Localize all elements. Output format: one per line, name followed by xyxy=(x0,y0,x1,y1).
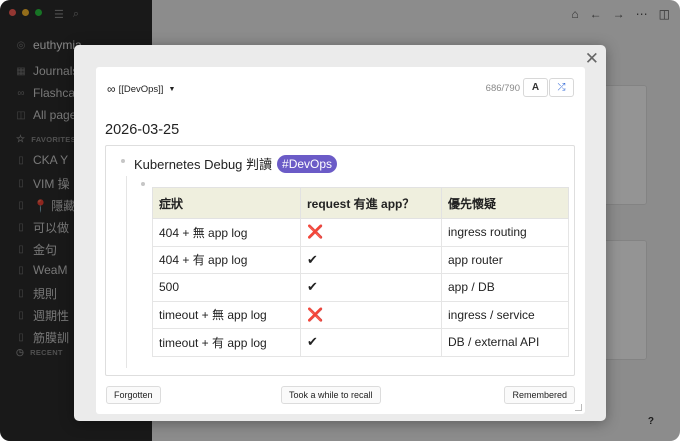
close-icon[interactable]: ✕ xyxy=(585,49,599,69)
deck-label: [[DevOps]] xyxy=(118,83,164,95)
check-mark-icon: ✔ xyxy=(300,245,442,274)
column-header: 優先懷疑 xyxy=(441,187,569,219)
shuffle-button[interactable]: ⤮ xyxy=(549,78,574,97)
table-row: timeout + 無 app log ❌ ingress / service xyxy=(152,300,569,329)
forgotten-button[interactable]: Forgotten xyxy=(106,386,161,404)
cross-mark-icon: ❌ xyxy=(300,300,442,329)
app-window: ☰ ⌕ ◎ euthymia ▦ Journals ∞ Flashcards ◫… xyxy=(0,0,680,441)
card-header: ∞ [[DevOps]] ▼ 686/790 A ⤮ xyxy=(107,78,574,97)
took-a-while-button[interactable]: Took a while to recall xyxy=(281,386,381,404)
flashcard-modal: ✕ ∞ [[DevOps]] ▼ 686/790 A ⤮ 2026-03-25 … xyxy=(74,45,606,421)
card-counter: 686/790 xyxy=(485,83,520,94)
block-title: Kubernetes Debug 判讀 xyxy=(134,157,273,172)
suspect-cell: ingress routing xyxy=(441,218,569,247)
block-bullet[interactable] xyxy=(121,159,125,163)
table-header-row: 症狀 request 有進 app？ 優先懷疑 xyxy=(152,187,569,219)
debug-table: 症狀 request 有進 app？ 優先懷疑 404 + 無 app log … xyxy=(152,187,569,357)
answer-toggle-button[interactable]: A xyxy=(523,78,548,97)
table-row: 404 + 無 app log ❌ ingress routing xyxy=(152,218,569,247)
deck-selector[interactable]: ∞ [[DevOps]] ▼ xyxy=(107,82,175,96)
devops-tag[interactable]: #DevOps xyxy=(277,154,338,173)
card-date: 2026-03-25 xyxy=(105,122,180,138)
check-mark-icon: ✔ xyxy=(300,273,442,302)
table-row: 404 + 有 app log ✔ app router xyxy=(152,245,569,274)
child-indent-line xyxy=(126,176,127,368)
suspect-cell: app router xyxy=(441,245,569,274)
infinity-icon: ∞ xyxy=(107,82,116,96)
table-row: 500 ✔ app / DB xyxy=(152,273,569,302)
remembered-button[interactable]: Remembered xyxy=(504,386,575,404)
cross-mark-icon: ❌ xyxy=(300,218,442,247)
suspect-cell: ingress / service xyxy=(441,300,569,329)
chevron-down-icon: ▼ xyxy=(168,85,176,93)
child-block-bullet[interactable] xyxy=(141,182,145,186)
suspect-cell: app / DB xyxy=(441,273,569,302)
review-buttons: Forgotten Took a while to recall Remembe… xyxy=(106,386,575,404)
column-header: 症狀 xyxy=(152,187,301,219)
check-mark-icon: ✔ xyxy=(300,328,442,357)
symptom-cell: 500 xyxy=(152,273,301,302)
flashcard: ∞ [[DevOps]] ▼ 686/790 A ⤮ 2026-03-25 Ku… xyxy=(96,67,585,414)
table-row: timeout + 有 app log ✔ DB / external API xyxy=(152,328,569,357)
symptom-cell: timeout + 有 app log xyxy=(152,328,301,357)
suspect-cell: DB / external API xyxy=(441,328,569,357)
block-title-row: Kubernetes Debug 判讀 #DevOps xyxy=(134,154,338,173)
symptom-cell: timeout + 無 app log xyxy=(152,300,301,329)
symptom-cell: 404 + 有 app log xyxy=(152,245,301,274)
resize-handle[interactable] xyxy=(575,404,582,411)
card-block: Kubernetes Debug 判讀 #DevOps 症狀 request 有… xyxy=(105,145,575,376)
symptom-cell: 404 + 無 app log xyxy=(152,218,301,247)
column-header: request 有進 app？ xyxy=(300,187,442,219)
shuffle-icon: ⤮ xyxy=(557,82,566,93)
